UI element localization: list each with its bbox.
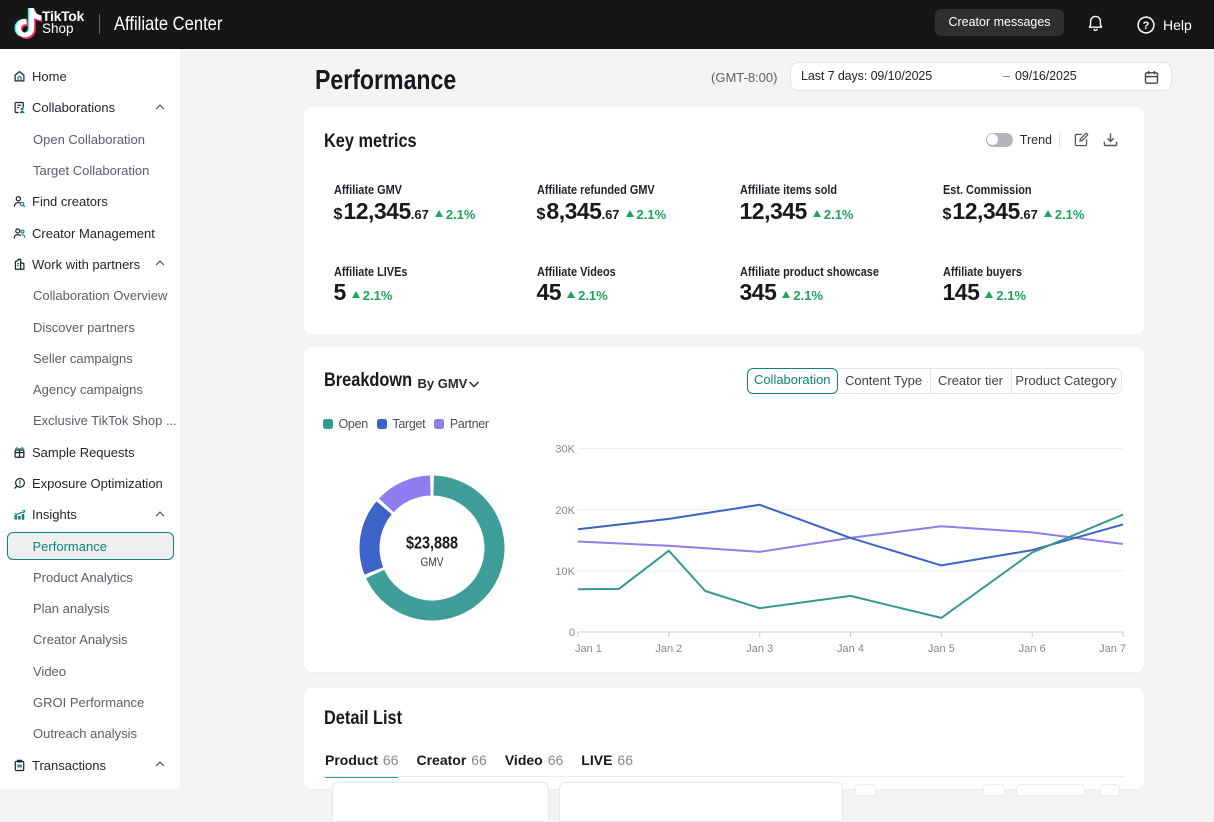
svg-text:GMV: GMV — [421, 555, 444, 569]
svg-text:0: 0 — [569, 627, 575, 639]
svg-text:Jan 4: Jan 4 — [837, 643, 864, 655]
svg-text:$23,888: $23,888 — [406, 533, 458, 553]
svg-text:10K: 10K — [555, 566, 575, 578]
svg-text:Jan 5: Jan 5 — [928, 643, 955, 655]
svg-text:Jan 2: Jan 2 — [655, 643, 682, 655]
svg-text:Jan 6: Jan 6 — [1019, 643, 1046, 655]
svg-text:30K: 30K — [555, 444, 575, 456]
svg-text:20K: 20K — [555, 505, 575, 517]
svg-text:Jan 7: Jan 7 — [1099, 643, 1126, 655]
svg-text:?: ? — [1143, 20, 1150, 32]
svg-text:Jan 3: Jan 3 — [746, 643, 773, 655]
svg-text:Jan 1: Jan 1 — [575, 643, 602, 655]
